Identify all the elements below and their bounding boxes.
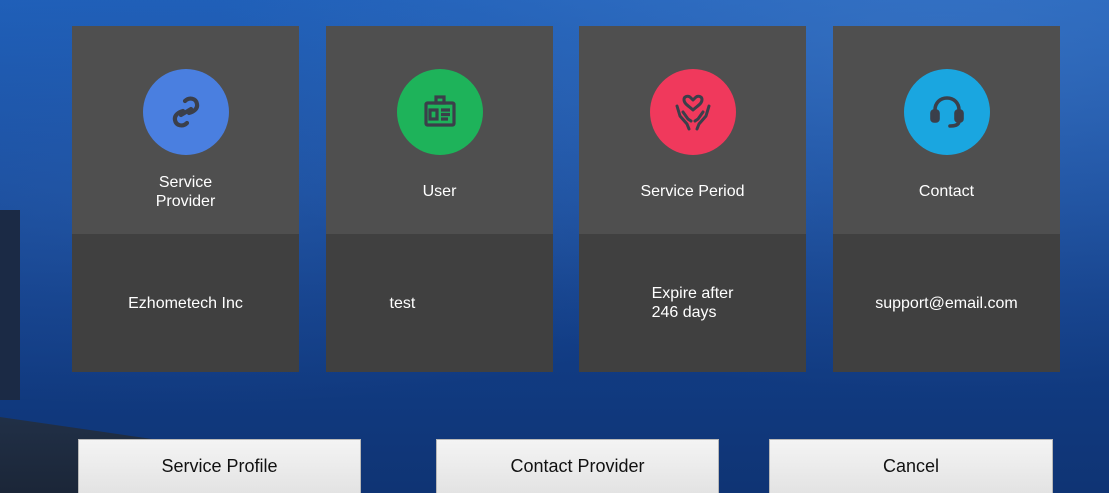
link-icon — [142, 69, 229, 155]
id-badge-icon — [396, 69, 483, 155]
card-service-provider[interactable]: Service Provider Ezhometech Inc — [72, 26, 299, 372]
card-header: Contact — [833, 26, 1060, 234]
card-title: User — [422, 183, 457, 200]
service-profile-button[interactable]: Service Profile — [78, 439, 361, 493]
card-header: Service Period — [579, 26, 806, 234]
heart-hands-icon — [649, 69, 736, 155]
card-header: User — [326, 26, 553, 234]
card-header: Service Provider — [72, 26, 299, 234]
card-body: test — [326, 234, 553, 372]
service-provider-value: Ezhometech Inc — [128, 294, 243, 312]
card-title: Contact — [918, 183, 975, 200]
card-service-period[interactable]: Service Period Expire after 246 days — [579, 26, 806, 372]
card-body: Expire after 246 days — [579, 234, 806, 372]
service-period-value: Expire after 246 days — [651, 285, 734, 321]
card-title: Service Period — [640, 183, 745, 200]
cancel-button[interactable]: Cancel — [769, 439, 1053, 493]
card-user[interactable]: User test — [326, 26, 553, 372]
card-body: support@email.com — [833, 234, 1060, 372]
card-body: Ezhometech Inc — [72, 234, 299, 372]
user-value: test — [389, 294, 416, 312]
card-contact[interactable]: Contact support@email.com — [833, 26, 1060, 372]
headset-icon — [903, 69, 990, 155]
contact-provider-button[interactable]: Contact Provider — [436, 439, 719, 493]
background-tower — [0, 210, 20, 400]
card-title: Service Provider — [155, 173, 216, 210]
contact-value: support@email.com — [875, 294, 1018, 312]
